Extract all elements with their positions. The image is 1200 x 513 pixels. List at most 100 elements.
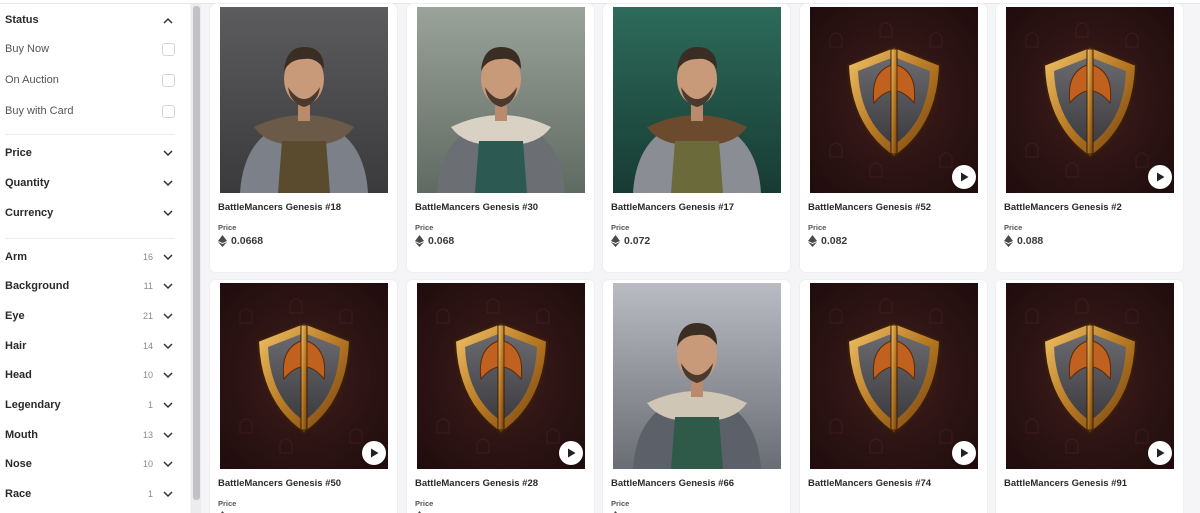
ethereum-icon: [415, 235, 424, 247]
nft-card[interactable]: BattleMancers Genesis #17 Price 0.072: [603, 4, 790, 272]
trait-count: 1: [147, 489, 153, 499]
price-label: Price: [611, 223, 630, 232]
warrior-portrait-image[interactable]: [220, 7, 388, 193]
currency-filter-header[interactable]: Currency: [5, 203, 175, 223]
chevron-down-icon: [161, 309, 175, 323]
price-value: 0.0668: [218, 234, 263, 248]
warrior-portrait-image[interactable]: [417, 7, 585, 193]
shield-emblem-image[interactable]: [220, 283, 388, 469]
chevron-down-icon: [161, 368, 175, 382]
price-label: Price: [611, 499, 630, 508]
trait-filter-mouth[interactable]: Mouth 13: [5, 425, 175, 445]
on-auction-label: On Auction: [5, 74, 59, 86]
trait-filter-eye[interactable]: Eye 21: [5, 306, 175, 326]
price-value: 0.082: [808, 234, 847, 248]
trait-filter-arm[interactable]: Arm 16: [5, 247, 175, 267]
divider: [5, 238, 175, 239]
price-label: Price: [415, 223, 434, 232]
chevron-down-icon: [161, 250, 175, 264]
nft-name[interactable]: BattleMancers Genesis #17: [611, 202, 734, 213]
ethereum-icon: [611, 235, 620, 247]
trait-count: 13: [142, 430, 153, 440]
trait-label: Nose: [5, 458, 32, 470]
price-amount: 0.068: [428, 235, 455, 247]
chevron-down-icon: [161, 339, 175, 353]
status-filter-header[interactable]: Status: [5, 10, 175, 30]
ethereum-icon: [808, 235, 817, 247]
chevron-up-icon: [161, 13, 175, 27]
warrior-portrait-image[interactable]: [613, 7, 781, 193]
shield-emblem-image[interactable]: [1006, 7, 1174, 193]
play-icon[interactable]: [362, 441, 386, 465]
play-icon[interactable]: [1148, 165, 1172, 189]
trait-filter-nose[interactable]: Nose 10: [5, 454, 175, 474]
price-filter-header[interactable]: Price: [5, 143, 175, 163]
nft-name[interactable]: BattleMancers Genesis #66: [611, 478, 734, 489]
buy-with-card-checkbox[interactable]: [162, 104, 175, 118]
shield-emblem-image[interactable]: [417, 283, 585, 469]
warrior-portrait-image[interactable]: [613, 283, 781, 469]
buy-now-checkbox[interactable]: [162, 42, 175, 56]
trait-filter-head[interactable]: Head 10: [5, 365, 175, 385]
ethereum-icon: [1004, 235, 1013, 247]
nft-card[interactable]: BattleMancers Genesis #66Price0.22: [603, 280, 790, 513]
trait-label: Legendary: [5, 399, 61, 411]
nft-card[interactable]: BattleMancers Genesis #2 Price 0.088: [996, 4, 1183, 272]
trait-filter-legendary[interactable]: Legendary 1: [5, 395, 175, 415]
chevron-down-icon: [161, 428, 175, 442]
chevron-down-icon: [161, 146, 175, 160]
trait-count: 14: [142, 341, 153, 351]
nft-card[interactable]: BattleMancers Genesis #18 Price 0.0668: [210, 4, 397, 272]
buy-now-option[interactable]: Buy Now: [5, 39, 175, 59]
chevron-down-icon: [161, 487, 175, 501]
on-auction-option[interactable]: On Auction: [5, 70, 175, 90]
nft-card[interactable]: BattleMancers Genesis #91: [996, 280, 1183, 513]
trait-label: Background: [5, 280, 70, 292]
nft-card[interactable]: BattleMancers Genesis #74: [800, 280, 987, 513]
trait-label: Head: [5, 369, 32, 381]
nft-name[interactable]: BattleMancers Genesis #28: [415, 478, 538, 489]
price-label: Price: [1004, 223, 1023, 232]
trait-filter-race[interactable]: Race 1: [5, 484, 175, 504]
buy-with-card-label: Buy with Card: [5, 105, 74, 117]
price-filter-label: Price: [5, 147, 32, 159]
shield-emblem-image[interactable]: [810, 7, 978, 193]
price-value: 0.088: [1004, 234, 1043, 248]
play-icon[interactable]: [1148, 441, 1172, 465]
quantity-filter-label: Quantity: [5, 177, 50, 189]
sidebar-scrollbar-thumb[interactable]: [193, 6, 200, 500]
buy-with-card-option[interactable]: Buy with Card: [5, 101, 175, 121]
play-icon[interactable]: [952, 165, 976, 189]
nft-name[interactable]: BattleMancers Genesis #18: [218, 202, 341, 213]
chevron-down-icon: [161, 279, 175, 293]
nft-card[interactable]: BattleMancers Genesis #52 Price 0.082: [800, 4, 987, 272]
shield-emblem-image[interactable]: [810, 283, 978, 469]
price-label: Price: [415, 499, 434, 508]
ethereum-icon: [218, 235, 227, 247]
play-icon[interactable]: [952, 441, 976, 465]
price-amount: 0.088: [1017, 235, 1044, 247]
nft-name[interactable]: BattleMancers Genesis #2: [1004, 202, 1122, 213]
trait-count: 16: [142, 252, 153, 262]
nft-name[interactable]: BattleMancers Genesis #52: [808, 202, 931, 213]
shield-emblem-image[interactable]: [1006, 283, 1174, 469]
nft-name[interactable]: BattleMancers Genesis #74: [808, 478, 931, 489]
price-label: Price: [218, 223, 237, 232]
on-auction-checkbox[interactable]: [162, 73, 175, 87]
status-filter-label: Status: [5, 14, 39, 26]
nft-name[interactable]: BattleMancers Genesis #30: [415, 202, 538, 213]
play-icon[interactable]: [559, 441, 583, 465]
trait-filter-background[interactable]: Background 11: [5, 276, 175, 296]
nft-name[interactable]: BattleMancers Genesis #91: [1004, 478, 1127, 489]
nft-card[interactable]: BattleMancers Genesis #30 Price 0.068: [407, 4, 594, 272]
trait-label: Arm: [5, 251, 28, 263]
chevron-down-icon: [161, 176, 175, 190]
nft-card[interactable]: BattleMancers Genesis #28Price0.2: [407, 280, 594, 513]
trait-filter-hair[interactable]: Hair 14: [5, 336, 175, 356]
nft-card[interactable]: BattleMancers Genesis #50Price0.101: [210, 280, 397, 513]
filter-sidebar: Status Buy Now On Auction Buy with Card …: [0, 4, 190, 513]
nft-name[interactable]: BattleMancers Genesis #50: [218, 478, 341, 489]
quantity-filter-header[interactable]: Quantity: [5, 173, 175, 193]
price-amount: 0.0668: [231, 235, 264, 247]
price-label: Price: [218, 499, 237, 508]
